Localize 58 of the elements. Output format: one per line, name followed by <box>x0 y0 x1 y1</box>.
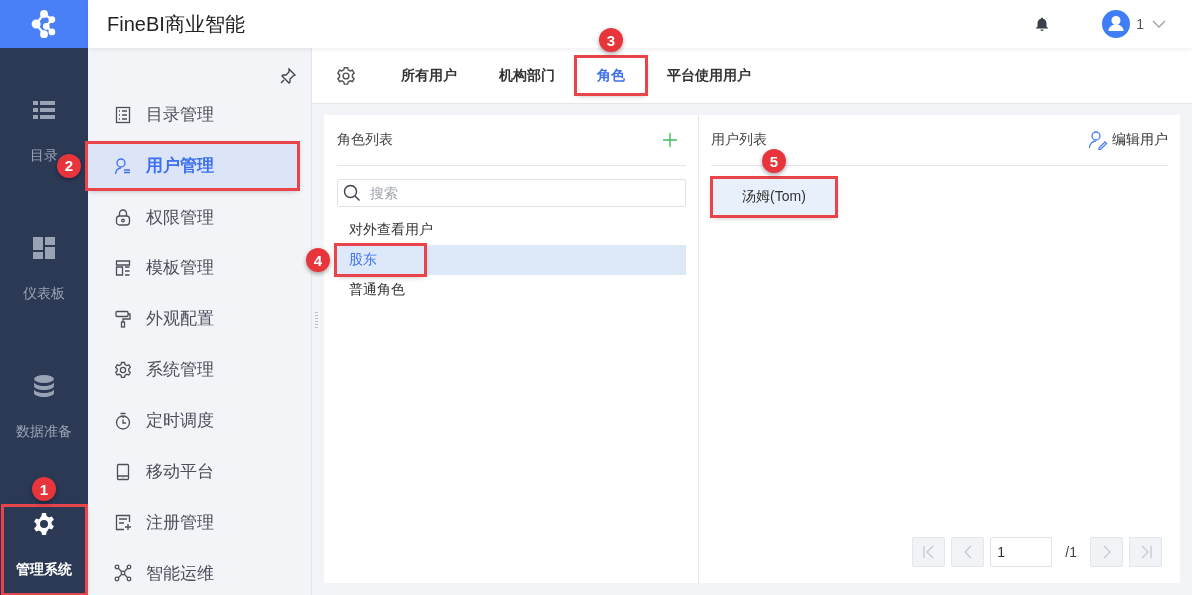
page-total: /1 <box>1065 544 1077 560</box>
settings-icon[interactable] <box>336 65 356 86</box>
sidebar-item[interactable]: 注册管理 <box>88 500 297 545</box>
panel-title: 角色列表 <box>337 131 393 149</box>
nav-rail-item[interactable]: 仪表板 <box>23 231 65 317</box>
sidebar-item[interactable]: 权限管理 <box>88 195 297 239</box>
avatar-icon <box>1102 10 1131 38</box>
template-icon <box>114 258 132 277</box>
register-icon <box>114 513 132 532</box>
user-name: 1 <box>1136 16 1144 32</box>
sidebar-item[interactable]: 定时调度 <box>88 398 297 443</box>
mobile-icon <box>114 462 132 481</box>
nav-rail-item[interactable]: 目录 <box>30 93 58 179</box>
step-badge: 5 <box>762 149 786 173</box>
role-list-item[interactable]: 普通角色 <box>337 275 686 305</box>
tab[interactable]: 平台使用用户 <box>647 58 771 93</box>
search-field[interactable]: 搜索 <box>337 179 686 207</box>
sidebar-item[interactable]: 用户管理 <box>88 143 297 188</box>
tab[interactable]: 角色 <box>577 58 645 93</box>
role-list-item[interactable]: 对外查看用户 <box>337 215 686 245</box>
chevron-down-icon <box>1152 20 1166 28</box>
sidebar-item[interactable]: 智能运维 <box>88 551 297 595</box>
pin-icon <box>279 67 297 86</box>
search-icon <box>343 184 361 202</box>
nav-rail-item[interactable]: 管理系统 <box>3 507 85 593</box>
dashboard-icon <box>32 236 56 260</box>
lock-icon <box>114 208 132 227</box>
database-icon <box>32 374 56 398</box>
stopwatch-icon <box>114 411 132 430</box>
nav-rail-item[interactable]: 数据准备 <box>16 369 72 455</box>
list-icon <box>32 98 56 122</box>
resize-handle[interactable] <box>315 312 318 328</box>
sidebar-item[interactable]: 外观配置 <box>88 297 297 341</box>
network-icon <box>114 564 132 583</box>
add-icon[interactable] <box>662 132 678 148</box>
catalog-icon <box>114 105 132 124</box>
sidebar-item[interactable]: 目录管理 <box>88 92 297 137</box>
app-title: FineBI商业智能 <box>107 11 245 37</box>
sidebar-item[interactable]: 模板管理 <box>88 246 297 290</box>
settings-icon <box>114 360 132 379</box>
step-badge: 4 <box>306 248 330 272</box>
step-badge: 3 <box>599 28 623 52</box>
notification-bell-icon[interactable] <box>1034 16 1051 32</box>
edit-users-button[interactable]: 编辑用户 <box>1088 130 1168 150</box>
step-badge: 1 <box>32 477 56 501</box>
user-menu[interactable]: 1 <box>1102 10 1166 38</box>
tab[interactable]: 机构部门 <box>479 58 575 93</box>
user-edit-icon <box>1088 130 1108 150</box>
sidebar-item[interactable]: 系统管理 <box>88 348 297 392</box>
role-list-item[interactable]: 股东 <box>337 245 686 275</box>
tab[interactable]: 所有用户 <box>381 58 477 93</box>
page-input[interactable]: 1 <box>990 537 1053 567</box>
user-chip[interactable]: 汤姆(Tom) <box>713 179 835 215</box>
settings-icon <box>32 512 56 536</box>
paint-roller-icon <box>114 309 132 328</box>
panel-title: 用户列表 <box>711 131 767 149</box>
sidebar-item[interactable]: 移动平台 <box>88 449 297 494</box>
user-icon <box>114 156 132 175</box>
